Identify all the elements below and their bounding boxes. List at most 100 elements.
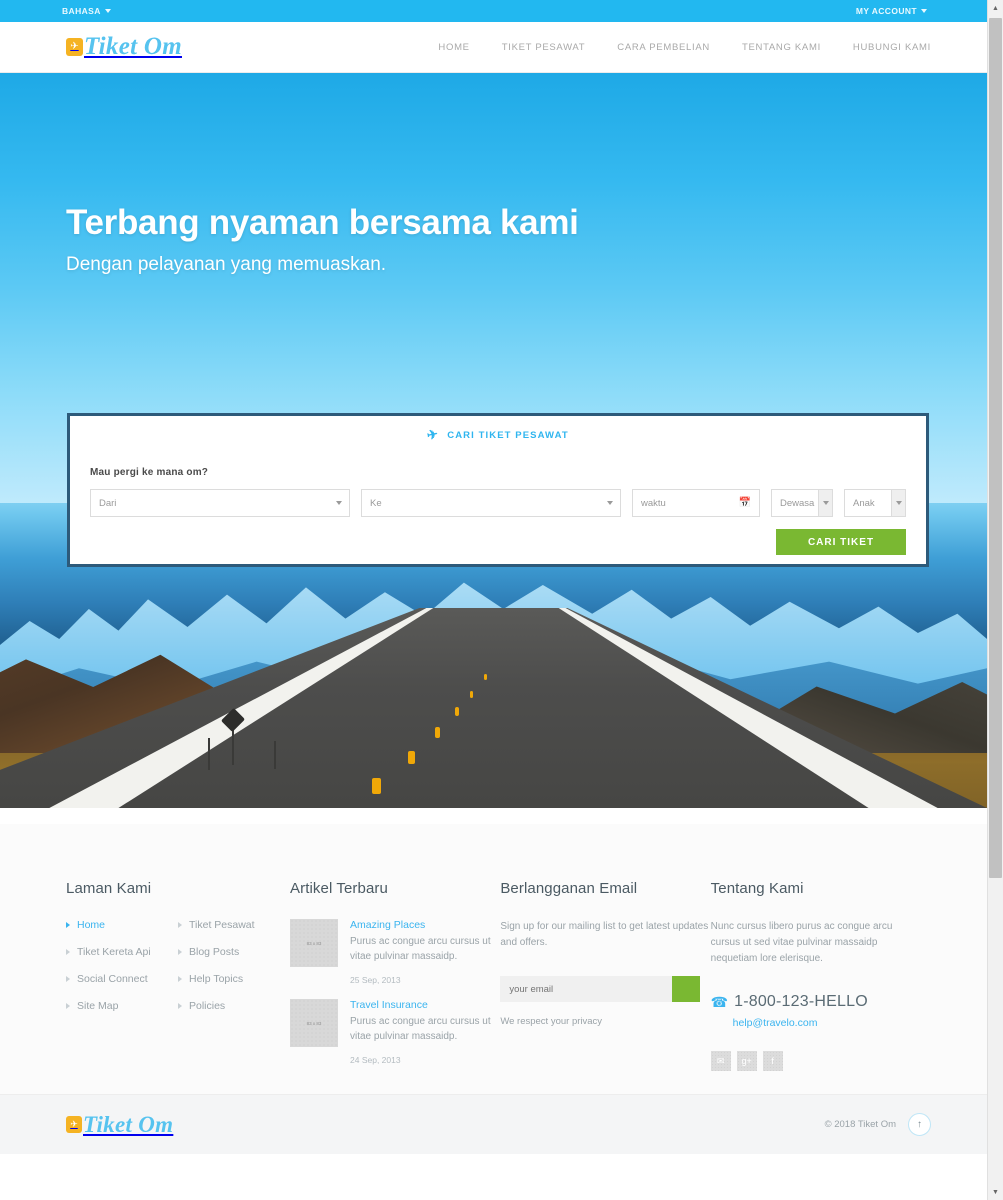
site-header: ✈ Tiket Om HOME TIKET PESAWAT CARA PEMBE…	[0, 22, 987, 73]
footer-link-site-map[interactable]: Site Map	[66, 1000, 178, 1012]
support-email-link[interactable]: help@travelo.com	[733, 1017, 921, 1029]
scroll-to-top-button[interactable]: ↑	[908, 1113, 931, 1136]
footer-links-column-2: Tiket Pesawat Blog Posts Help Topics Pol…	[178, 919, 290, 1027]
footer-link-label: Site Map	[77, 1000, 119, 1012]
subscribe-submit-button[interactable]	[672, 976, 701, 1002]
email-input[interactable]	[500, 976, 673, 1002]
child-count-select[interactable]: Anak	[844, 489, 906, 517]
article-body: Amazing Places Purus ac congue arcu curs…	[350, 919, 500, 967]
article-description: Purus ac congue arcu cursus ut vitae pul…	[350, 1016, 491, 1042]
bullet-icon	[178, 1003, 182, 1009]
article-item[interactable]: 83 x 83 Amazing Places Purus ac congue a…	[290, 919, 500, 967]
bullet-icon	[178, 922, 182, 928]
child-stepper-arrow[interactable]	[891, 490, 905, 516]
my-account-label: MY ACCOUNT	[855, 6, 917, 16]
origin-placeholder: Dari	[99, 497, 117, 509]
footer-heading-articles: Artikel Terbaru	[290, 880, 388, 897]
twitter-icon[interactable]: ✉	[710, 1051, 731, 1071]
language-selector[interactable]: BAHASA	[62, 6, 111, 16]
copyright-text: © 2018 Tiket Om	[824, 1119, 896, 1130]
phone-icon: ☎	[710, 993, 729, 1010]
footer-link-policies[interactable]: Policies	[178, 1000, 290, 1012]
scrollbar-up-arrow[interactable]: ▲	[988, 0, 1003, 16]
page-root: BAHASA MY ACCOUNT ✈ Tiket Om HOME TIKET …	[0, 0, 1003, 1200]
site-logo[interactable]: ✈ Tiket Om	[66, 33, 182, 61]
road-center-dash	[435, 727, 440, 738]
nav-item-tentang-kami[interactable]: TENTANG KAMI	[726, 42, 837, 53]
footer-link-tiket-kereta-api[interactable]: Tiket Kereta Api	[66, 946, 178, 958]
footer-heading-about: Tentang Kami	[710, 880, 804, 897]
search-submit-button[interactable]: CARI TIKET	[776, 529, 906, 555]
nav-item-hubungi-kami[interactable]: HUBUNGI KAMI	[837, 42, 931, 53]
article-item[interactable]: 83 x 83 Travel Insurance Purus ac congue…	[290, 999, 500, 1047]
footer-heading-subscribe: Berlangganan Email	[500, 880, 638, 897]
google-plus-icon[interactable]: g+	[736, 1051, 757, 1071]
footer-logo-text: Tiket Om	[83, 1111, 174, 1137]
hero-text-block: Terbang nyaman bersama kami Dengan pelay…	[66, 203, 579, 276]
nav-item-cara-pembelian[interactable]: CARA PEMBELIAN	[601, 42, 726, 53]
footer-link-label: Tiket Kereta Api	[77, 946, 151, 958]
calendar-icon[interactable]: 📅	[739, 498, 751, 509]
adult-count-select[interactable]: Dewasa	[771, 489, 833, 517]
bullet-icon	[66, 922, 70, 928]
footer-bottom-bar: ✈ Tiket Om © 2018 Tiket Om ↑	[0, 1094, 987, 1154]
child-label: Anak	[853, 497, 875, 509]
article-thumbnail: 83 x 83	[290, 919, 338, 967]
my-account-menu[interactable]: MY ACCOUNT	[856, 6, 927, 16]
footer-link-label: Tiket Pesawat	[189, 919, 255, 931]
article-title[interactable]: Amazing Places	[350, 919, 500, 931]
article-date: 25 Sep, 2013	[350, 975, 401, 985]
footer-link-help-topics[interactable]: Help Topics	[178, 973, 290, 985]
footer-link-blog-posts[interactable]: Blog Posts	[178, 946, 290, 958]
road-center-dash	[408, 751, 415, 764]
language-label: BAHASA	[62, 6, 101, 16]
destination-placeholder: Ke	[370, 497, 382, 509]
bullet-icon	[178, 976, 182, 982]
site-footer: Laman Kami Home Tiket Kereta Api Social …	[0, 824, 987, 1154]
footer-link-label: Social Connect	[77, 973, 148, 985]
facebook-icon[interactable]: f	[762, 1051, 783, 1071]
article-title[interactable]: Travel Insurance	[350, 999, 500, 1011]
chevron-down-icon	[921, 9, 927, 13]
bullet-icon	[66, 976, 70, 982]
airplane-icon: ✈	[425, 425, 441, 444]
search-form-label: Mau pergi ke mana om?	[90, 467, 209, 478]
chevron-down-icon	[607, 501, 613, 505]
footer-link-tiket-pesawat[interactable]: Tiket Pesawat	[178, 919, 290, 931]
scrollbar-thumb[interactable]	[989, 18, 1002, 878]
top-utility-bar: BAHASA MY ACCOUNT	[0, 0, 987, 22]
page-scrollbar[interactable]: ▲ ▼	[987, 0, 1003, 1200]
privacy-note: We respect your privacy	[500, 1016, 603, 1027]
date-input[interactable]: waktu 📅	[632, 489, 760, 517]
road-sign	[232, 725, 234, 765]
section-spacer	[0, 808, 987, 824]
footer-link-label: Help Topics	[189, 973, 244, 985]
road-center-dash	[484, 674, 487, 680]
chevron-down-icon	[104, 9, 111, 13]
article-description: Purus ac congue arcu cursus ut vitae pul…	[350, 936, 491, 962]
footer-link-label: Policies	[189, 1000, 226, 1012]
footer-column-articles: Artikel Terbaru 83 x 83 Amazing Places P…	[290, 880, 500, 1079]
page-content: BAHASA MY ACCOUNT ✈ Tiket Om HOME TIKET …	[0, 0, 987, 1200]
nav-item-tiket-pesawat[interactable]: TIKET PESAWAT	[486, 42, 602, 53]
subscribe-form	[500, 976, 701, 1002]
road-center-dash	[372, 778, 381, 794]
footer-link-label: Blog Posts	[189, 946, 240, 958]
destination-select[interactable]: Ke	[361, 489, 621, 517]
main-navigation: HOME TIKET PESAWAT CARA PEMBELIAN TENTAN…	[426, 42, 931, 53]
nav-item-home[interactable]: HOME	[426, 42, 485, 53]
hero-heading: Terbang nyaman bersama kami	[66, 203, 579, 242]
footer-logo[interactable]: ✈ Tiket Om	[66, 1112, 173, 1138]
logo-text: Tiket Om	[84, 33, 182, 60]
footer-link-social-connect[interactable]: Social Connect	[66, 973, 178, 985]
bullet-icon	[178, 949, 182, 955]
article-date: 24 Sep, 2013	[350, 1055, 401, 1065]
road-center-dash	[455, 707, 459, 716]
scrollbar-down-arrow[interactable]: ▼	[988, 1184, 1003, 1200]
airplane-icon: ✈	[66, 1116, 82, 1133]
footer-links-wrapper: Home Tiket Kereta Api Social Connect Sit…	[66, 919, 290, 1027]
origin-select[interactable]: Dari	[90, 489, 350, 517]
footer-link-home[interactable]: Home	[66, 919, 178, 931]
hero-subheading: Dengan pelayanan yang memuaskan.	[66, 254, 387, 276]
adult-stepper-arrow[interactable]	[818, 490, 832, 516]
